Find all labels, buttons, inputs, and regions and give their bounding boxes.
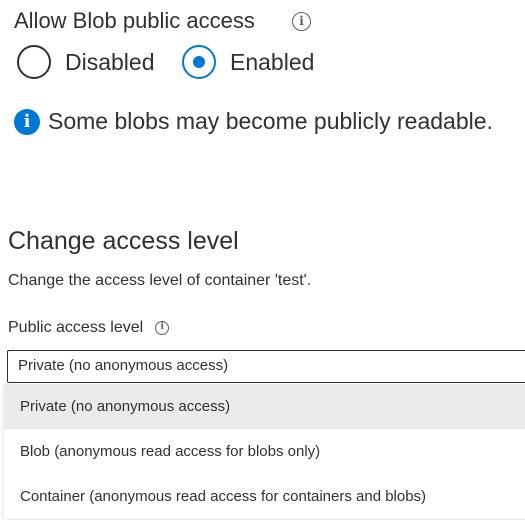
radio-enabled[interactable]: Enabled [182, 45, 314, 79]
radio-disabled-label: Disabled [65, 48, 155, 75]
radio-disabled-circle[interactable] [17, 45, 51, 79]
radio-disabled[interactable]: Disabled [17, 45, 155, 79]
info-filled-icon: i [14, 108, 40, 135]
public-read-notice: i Some blobs may become publicly readabl… [14, 108, 493, 135]
radio-enabled-circle[interactable] [182, 45, 216, 79]
dropdown-option-private[interactable]: Private (no anonymous access) [4, 384, 525, 429]
dropdown-option-blob[interactable]: Blob (anonymous read access for blobs on… [4, 429, 525, 474]
field-label-text: Public access level [8, 319, 144, 336]
info-icon[interactable]: i [155, 321, 170, 335]
public-access-level-label: Public access level i [8, 319, 170, 337]
section-description: Change the access level of container 'te… [8, 272, 312, 289]
section-title: Change access level [8, 227, 239, 255]
access-level-select[interactable]: Private (no anonymous access) [7, 350, 525, 383]
radio-enabled-label: Enabled [230, 48, 315, 75]
dropdown-option-container[interactable]: Container (anonymous read access for con… [4, 474, 525, 519]
access-level-dropdown: Private (no anonymous access) Blob (anon… [4, 384, 525, 519]
notice-text: Some blobs may become publicly readable. [48, 108, 493, 134]
info-icon[interactable]: i [292, 12, 311, 31]
blob-public-access-label: Allow Blob public access [14, 8, 255, 33]
